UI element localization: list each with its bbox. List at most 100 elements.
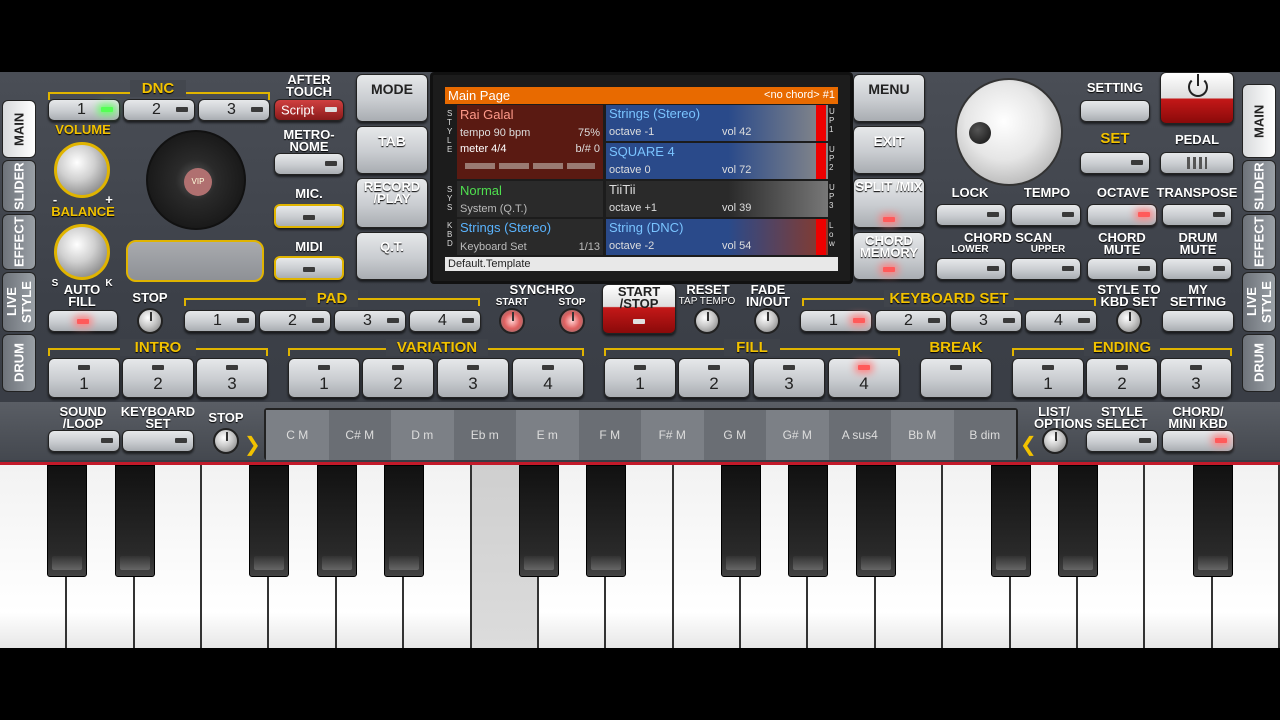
intro-button-3[interactable]: 3 — [196, 358, 268, 398]
pad-button-4[interactable]: 4 — [409, 310, 481, 332]
script-button[interactable]: Script — [274, 99, 344, 121]
dnc-button-2[interactable]: 2 — [123, 99, 195, 121]
sound-loop-button[interactable] — [48, 430, 120, 452]
part-up3[interactable]: TiiTii octave +1 vol 39 — [606, 181, 828, 217]
side-tab-main[interactable]: MAIN — [2, 100, 36, 158]
chord-cell[interactable]: Eb m — [453, 410, 516, 460]
chord-memory-button[interactable]: CHORD MEMORY — [853, 232, 925, 280]
kbd-panel[interactable]: Strings (Stereo) Keyboard Set 1/13 — [457, 219, 603, 255]
part-mute-up2[interactable] — [816, 143, 826, 179]
variation-button-3[interactable]: 3 — [437, 358, 509, 398]
kbd-set-button-3[interactable]: 3 — [950, 310, 1022, 332]
synchro-stop-knob[interactable] — [559, 308, 585, 334]
menu-button[interactable]: MENU — [853, 74, 925, 122]
side-tab-live-style[interactable]: LIVE STYLE — [2, 272, 36, 332]
qt-button[interactable]: Q.T. — [356, 232, 428, 280]
chord-stop-knob[interactable] — [213, 428, 239, 454]
style-panel[interactable]: Rai Galal tempo 90 bpm 75% meter 4/4 b/#… — [457, 105, 603, 179]
fade-knob[interactable] — [754, 308, 780, 334]
kbd-set-button-2[interactable]: 2 — [875, 310, 947, 332]
ending-button-2[interactable]: 2 — [1086, 358, 1158, 398]
start-stop-button[interactable]: START /STOP — [602, 284, 676, 334]
pedal-button[interactable] — [1160, 152, 1234, 174]
auto-fill-button[interactable] — [48, 310, 118, 332]
data-dial[interactable] — [955, 78, 1063, 186]
dnc-button-3[interactable]: 3 — [198, 99, 270, 121]
part-low[interactable]: String (DNC) octave -2 vol 54 — [606, 219, 828, 255]
volume-knob[interactable] — [54, 142, 110, 198]
fill-button-1[interactable]: 1 — [604, 358, 676, 398]
part-up2[interactable]: SQUARE 4 octave 0 vol 72 — [606, 143, 828, 179]
black-key[interactable] — [249, 465, 290, 577]
chord-cell[interactable]: Bb M — [891, 410, 954, 460]
black-key[interactable] — [47, 465, 88, 577]
variation-button-4[interactable]: 4 — [512, 358, 584, 398]
chord-cell[interactable]: G M — [703, 410, 766, 460]
ending-button-3[interactable]: 3 — [1160, 358, 1232, 398]
style-to-kbd-knob[interactable] — [1116, 308, 1142, 334]
midi-button[interactable] — [274, 256, 344, 280]
pitch-pad[interactable] — [126, 240, 264, 282]
chord-mute-button[interactable] — [1087, 258, 1157, 280]
vip-disc[interactable]: VIP — [146, 130, 246, 230]
black-key[interactable] — [384, 465, 425, 577]
chord-scan-lower-button[interactable] — [936, 258, 1006, 280]
my-setting-button[interactable] — [1162, 310, 1234, 332]
black-key[interactable] — [316, 465, 357, 577]
part-up1[interactable]: Strings (Stereo) octave -1 vol 42 — [606, 105, 828, 141]
tab-button[interactable]: TAB — [356, 126, 428, 174]
tempo-button[interactable] — [1011, 204, 1081, 226]
black-key[interactable] — [518, 465, 559, 577]
pad-button-1[interactable]: 1 — [184, 310, 256, 332]
black-key[interactable] — [586, 465, 627, 577]
intro-button-2[interactable]: 2 — [122, 358, 194, 398]
chord-cell[interactable]: E m — [516, 410, 579, 460]
side-tab-slider-right[interactable]: SLIDER — [1242, 160, 1276, 212]
pad-button-2[interactable]: 2 — [259, 310, 331, 332]
metronome-button[interactable] — [274, 153, 344, 175]
variation-button-2[interactable]: 2 — [362, 358, 434, 398]
power-button[interactable] — [1160, 72, 1234, 124]
mode-button[interactable]: MODE — [356, 74, 428, 122]
chevron-left-icon[interactable]: ❯ — [244, 432, 261, 457]
black-key[interactable] — [1057, 465, 1098, 577]
part-mute-low[interactable] — [816, 219, 826, 255]
sys-panel[interactable]: Normal System (Q.T.) — [457, 181, 603, 217]
chord-mini-button[interactable] — [1162, 430, 1234, 452]
side-tab-live-style-right[interactable]: LIVE STYLE — [1242, 272, 1276, 332]
chord-cell[interactable]: C M — [266, 410, 329, 460]
fill-button-2[interactable]: 2 — [678, 358, 750, 398]
split-mix-button[interactable]: SPLIT /MIX — [853, 178, 925, 228]
black-key[interactable] — [855, 465, 896, 577]
set-button[interactable] — [1080, 152, 1150, 174]
part-mute-up1[interactable] — [816, 105, 826, 141]
octave-button[interactable] — [1087, 204, 1157, 226]
lock-button[interactable] — [936, 204, 1006, 226]
chord-scan-upper-button[interactable] — [1011, 258, 1081, 280]
chord-cell[interactable]: F M — [578, 410, 641, 460]
side-tab-main-right[interactable]: MAIN — [1242, 84, 1276, 158]
side-tab-drum[interactable]: DRUM — [2, 334, 36, 392]
variation-button-1[interactable]: 1 — [288, 358, 360, 398]
mic-button[interactable] — [274, 204, 344, 228]
chord-cell[interactable]: B dim — [953, 410, 1016, 460]
pad-stop-knob[interactable] — [137, 308, 163, 334]
kbd-set-button-4[interactable]: 4 — [1025, 310, 1097, 332]
black-key[interactable] — [990, 465, 1031, 577]
style-select-button[interactable] — [1086, 430, 1158, 452]
ending-button-1[interactable]: 1 — [1012, 358, 1084, 398]
pad-button-3[interactable]: 3 — [334, 310, 406, 332]
chord-cell[interactable]: C# M — [328, 410, 391, 460]
break-button[interactable] — [920, 358, 992, 398]
transpose-button[interactable] — [1162, 204, 1232, 226]
chevron-right-icon[interactable]: ❮ — [1020, 432, 1037, 457]
intro-button-1[interactable]: 1 — [48, 358, 120, 398]
fill-button-3[interactable]: 3 — [753, 358, 825, 398]
list-options-knob[interactable] — [1042, 428, 1068, 454]
chord-cell[interactable]: A sus4 — [828, 410, 891, 460]
side-tab-drum-right[interactable]: DRUM — [1242, 334, 1276, 392]
keyboard-set-button[interactable] — [122, 430, 194, 452]
record-play-button[interactable]: RECORD /PLAY — [356, 178, 428, 228]
dnc-button-1[interactable]: 1 — [48, 99, 120, 121]
chord-cell[interactable]: D m — [391, 410, 454, 460]
